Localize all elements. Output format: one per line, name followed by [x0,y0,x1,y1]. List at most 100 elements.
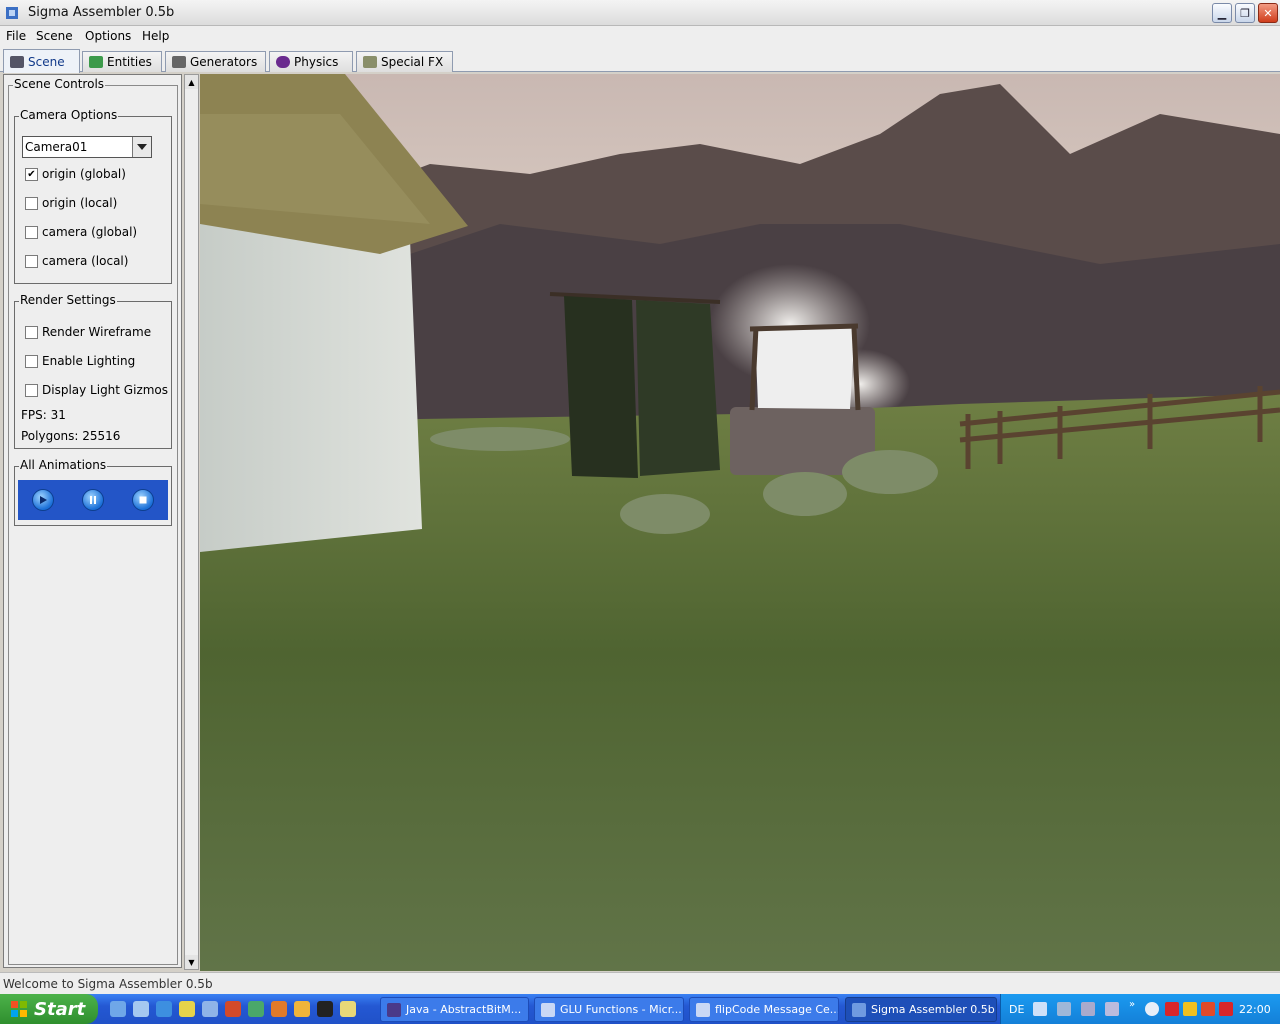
tab-label: Special FX [381,55,444,69]
camera-options-group: Camera Options Camera01 ✔ origin (global… [14,108,172,284]
task-java[interactable]: Java - AbstractBitM... [380,997,529,1022]
checkbox-label: Display Light Gizmos [42,383,169,397]
checkbox-label: origin (local) [42,196,118,210]
scene-icon [10,55,24,68]
quicklaunch-app-icon[interactable] [225,1001,241,1017]
quicklaunch-app-icon[interactable] [271,1001,287,1017]
tray-app-icon[interactable] [1105,1002,1119,1016]
checkbox-label: Render Wireframe [42,325,152,339]
checkbox-icon[interactable] [25,354,38,368]
scroll-down-icon[interactable]: ▼ [185,955,198,969]
render-settings-group: Render Settings Render Wireframe Enable … [14,293,172,449]
checkbox-origin-global[interactable]: ✔ origin (global) [25,166,126,182]
panel-scrollbar[interactable]: ▲ ▼ [184,74,199,970]
tab-label: Entities [107,55,152,69]
tray-app-icon[interactable] [1081,1002,1095,1016]
stop-icon [139,496,147,504]
animation-controls [18,480,168,520]
title-bar[interactable]: Sigma Assembler 0.5b ▁ ❐ ✕ [0,0,1280,26]
zonealarm-icon[interactable] [1183,1002,1197,1016]
task-label: flipCode Message Ce... [715,1003,839,1016]
acrobat-icon[interactable] [1219,1002,1233,1016]
all-animations-group: All Animations [14,458,172,526]
stop-button[interactable] [132,489,154,511]
quicklaunch-search-icon[interactable] [133,1001,149,1017]
tab-physics[interactable]: Physics [269,51,353,72]
quicklaunch-media-icon[interactable] [179,1001,195,1017]
checkbox-icon[interactable] [25,225,38,239]
tab-entities[interactable]: Entities [82,51,162,72]
3d-viewport[interactable] [200,74,1280,971]
tab-generators[interactable]: Generators [165,51,266,72]
pause-icon [90,496,96,504]
language-indicator[interactable]: DE [1009,1003,1024,1016]
status-text: Welcome to Sigma Assembler 0.5b [3,977,213,991]
task-sigma-assembler[interactable]: Sigma Assembler 0.5b [845,997,997,1022]
quicklaunch-app-icon[interactable] [248,1001,264,1017]
play-button[interactable] [32,489,54,511]
clock: 22:00 [1239,1003,1271,1016]
task-label: Sigma Assembler 0.5b [871,1003,995,1016]
tab-bar: Scene Entities Generators Physics Specia… [0,48,1280,73]
minimize-button[interactable]: ▁ [1212,3,1232,23]
tray-back-icon[interactable] [1145,1002,1159,1016]
chevron-down-icon[interactable] [132,137,151,157]
checkbox-camera-global[interactable]: camera (global) [25,224,137,240]
tray-app-icon[interactable] [1057,1002,1071,1016]
browser-icon [696,1002,710,1017]
task-flipcode[interactable]: flipCode Message Ce... [689,997,839,1022]
quicklaunch-desktop-icon[interactable] [110,1001,126,1017]
menu-file[interactable]: File [6,29,26,43]
window-title: Sigma Assembler 0.5b [28,5,175,20]
scene-render [200,74,1280,971]
ebay-icon[interactable] [1201,1002,1215,1016]
start-button[interactable]: Start [0,994,98,1024]
menu-bar: File Scene Options Help [0,26,1280,48]
restore-button[interactable]: ❐ [1235,3,1255,23]
checkbox-icon[interactable] [25,254,38,268]
taskbar: Start Java - AbstractBitM... GLU Functio… [0,994,1280,1024]
checkbox-icon[interactable] [25,383,38,397]
scene-controls-panel: Scene Controls Camera Options Camera01 ✔… [3,74,182,968]
checkbox-camera-local[interactable]: camera (local) [25,253,128,269]
antivirus-icon[interactable] [1165,1002,1179,1016]
checkbox-checked-icon[interactable]: ✔ [25,167,38,181]
task-label: Java - AbstractBitM... [406,1003,522,1016]
quicklaunch-app-icon[interactable] [294,1001,310,1017]
all-animations-title: All Animations [19,458,108,472]
quicklaunch-outlook-icon[interactable] [202,1001,218,1017]
checkbox-label: camera (local) [42,254,129,268]
network-icon[interactable] [1033,1002,1047,1016]
checkbox-icon[interactable] [25,325,38,339]
generators-icon [172,56,186,68]
chevron-expand-icon[interactable]: » [1129,999,1143,1013]
scene-controls-group: Scene Controls Camera Options Camera01 ✔… [8,77,178,965]
checkbox-render-wireframe[interactable]: Render Wireframe [25,324,151,340]
render-settings-title: Render Settings [19,293,117,307]
pause-button[interactable] [82,489,104,511]
scene-controls-title: Scene Controls [13,77,106,91]
menu-help[interactable]: Help [142,29,169,43]
menu-scene[interactable]: Scene [36,29,73,43]
special-fx-icon [363,56,377,68]
checkbox-icon[interactable] [25,196,38,210]
tab-special-fx[interactable]: Special FX [356,51,453,72]
checkbox-display-light-gizmos[interactable]: Display Light Gizmos [25,382,168,398]
tab-scene[interactable]: Scene [3,49,80,73]
quicklaunch-app-icon[interactable] [317,1001,333,1017]
java-icon [387,1002,401,1017]
task-glu-functions[interactable]: GLU Functions - Micr... [534,997,684,1022]
play-icon [40,496,47,504]
tab-label: Physics [294,55,339,69]
checkbox-label: origin (global) [42,167,126,181]
close-button[interactable]: ✕ [1258,3,1278,23]
camera-select[interactable]: Camera01 [22,136,152,158]
scroll-up-icon[interactable]: ▲ [185,75,198,89]
menu-options[interactable]: Options [85,29,131,43]
checkbox-enable-lighting[interactable]: Enable Lighting [25,353,135,369]
task-label: GLU Functions - Micr... [560,1003,682,1016]
quicklaunch-app-icon[interactable] [340,1001,356,1017]
app-icon [6,7,18,19]
checkbox-origin-local[interactable]: origin (local) [25,195,117,211]
quicklaunch-ie-icon[interactable] [156,1001,172,1017]
